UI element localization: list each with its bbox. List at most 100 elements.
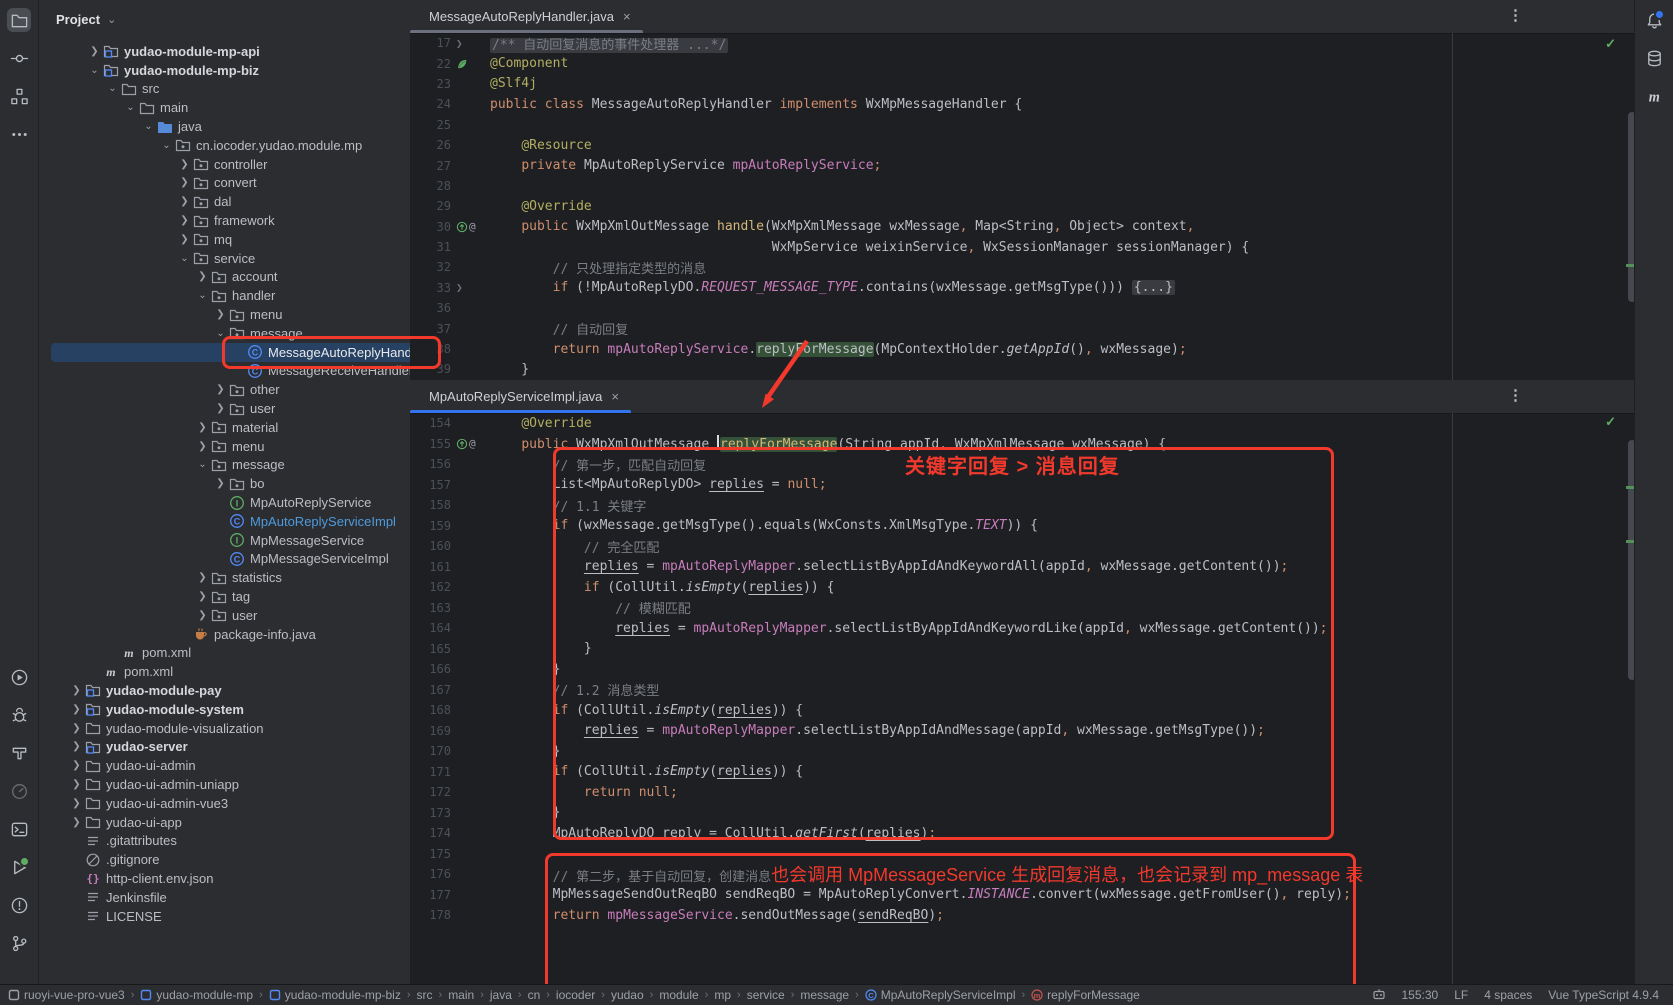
code-line-27[interactable]: 27 private MpAutoReplyService mpAutoRepl… (410, 155, 1642, 175)
code-line-29[interactable]: 29 @Override (410, 196, 1642, 216)
breadcrumb-mpautoreplyserviceimpl[interactable]: CMpAutoReplyServiceImpl (865, 988, 1016, 1002)
status-widget-4-spaces[interactable]: 4 spaces (1484, 988, 1532, 1002)
tree-item-user[interactable]: ❯user (39, 606, 410, 625)
tree-item-yudao-ui-admin[interactable]: ❯yudao-ui-admin (39, 756, 410, 775)
tree-item-yudao-ui-admin-uniapp[interactable]: ❯yudao-ui-admin-uniapp (39, 775, 410, 794)
spring-bean-icon[interactable] (451, 58, 482, 70)
tree-item-yudao-module-mp-api[interactable]: ❯yudao-module-mp-api (39, 42, 410, 61)
tree-item-mq[interactable]: ❯mq (39, 230, 410, 249)
breadcrumb-cn[interactable]: cn (528, 988, 541, 1002)
chevron-right-icon[interactable]: ❯ (68, 779, 85, 790)
editor-options-kebab-icon[interactable]: ⋮ (1508, 386, 1524, 404)
code-line-31[interactable]: 31 WxMpService weixinService, WxSessionM… (410, 237, 1642, 257)
tree-item-user[interactable]: ❯user (39, 399, 410, 418)
tree-item-yudao-module-pay[interactable]: ❯yudao-module-pay (39, 681, 410, 700)
run-tool-icon[interactable] (7, 665, 31, 689)
breadcrumb-service[interactable]: service (747, 988, 785, 1002)
chevron-right-icon[interactable]: ❯ (194, 610, 211, 621)
chevron-right-icon[interactable]: ❯ (68, 760, 85, 771)
status-right-widgets[interactable]: 155:30LF4 spacesVue TypeScript 4.9.4 (1372, 987, 1660, 1004)
services-tool-icon[interactable] (7, 855, 31, 879)
code-line-30[interactable]: 30@ public WxMpXmlOutMessage handle(WxMp… (410, 217, 1642, 237)
tree-item-java[interactable]: ⌄java (39, 117, 410, 136)
tree-item-framework[interactable]: ❯framework (39, 211, 410, 230)
code-line-25[interactable]: 25 (410, 115, 1642, 135)
code-line-38[interactable]: 38 return mpAutoReplyService.replyForMes… (410, 339, 1642, 359)
chevron-right-icon[interactable]: ❯ (176, 159, 193, 170)
git-tool-icon[interactable] (7, 931, 31, 955)
chevron-down-icon[interactable]: ⌄ (86, 65, 103, 76)
maven-tool-icon[interactable]: m (1642, 84, 1666, 108)
tree-item-handler[interactable]: ⌄handler (39, 286, 410, 305)
top-editor-code[interactable]: 17❯/** 自动回复消息的事件处理器 ...*/22@Component23@… (410, 33, 1642, 380)
chevron-right-icon[interactable]: ❯ (68, 741, 85, 752)
chevron-right-icon[interactable]: ❯ (194, 422, 211, 433)
tree-item-material[interactable]: ❯material (39, 418, 410, 437)
chevron-down-icon[interactable]: ⌄ (104, 83, 121, 94)
close-icon[interactable]: × (623, 9, 631, 24)
code-line-24[interactable]: 24public class MessageAutoReplyHandler i… (410, 94, 1642, 114)
project-panel-header[interactable]: Project ⌄ (39, 0, 410, 38)
breadcrumb-ruoyi-vue-pro-vue3[interactable]: ruoyi-vue-pro-vue3 (8, 988, 125, 1002)
chevron-down-icon[interactable]: ⌄ (194, 459, 211, 470)
chevron-right-icon[interactable]: ❯ (212, 309, 229, 320)
tree-item-dal[interactable]: ❯dal (39, 192, 410, 211)
chevron-right-icon[interactable]: ❯ (68, 798, 85, 809)
chevron-right-icon[interactable]: ❯ (212, 384, 229, 395)
tree-item-mpmessageserviceimpl[interactable]: CMpMessageServiceImpl (39, 550, 410, 569)
chevron-right-icon[interactable]: ❯ (176, 177, 193, 188)
tree-item-pom-xml[interactable]: mpom.xml (39, 662, 410, 681)
close-icon[interactable]: × (611, 389, 619, 404)
code-line-154[interactable]: 154 @Override (410, 413, 1642, 434)
chevron-right-icon[interactable]: ❯ (176, 196, 193, 207)
editor-options-kebab-icon[interactable]: ⋮ (1508, 6, 1524, 24)
tree-item-main[interactable]: ⌄main (39, 98, 410, 117)
ai-assistant-robot-icon[interactable] (1372, 987, 1386, 1004)
chevron-down-icon[interactable]: ⌄ (158, 140, 175, 151)
notifications-bell-icon[interactable] (1642, 8, 1666, 32)
tree-item-pom-xml[interactable]: mpom.xml (39, 644, 410, 663)
tree-item-yudao-server[interactable]: ❯yudao-server (39, 737, 410, 756)
tree-item-bo[interactable]: ❯bo (39, 474, 410, 493)
code-line-22[interactable]: 22@Component (410, 53, 1642, 73)
code-line-23[interactable]: 23@Slf4j (410, 74, 1642, 94)
chevron-down-icon[interactable]: ⌄ (176, 253, 193, 264)
inspections-ok-icon[interactable]: ✓ (1605, 414, 1616, 430)
tree-item-message[interactable]: ⌄message (39, 456, 410, 475)
tree-item-account[interactable]: ❯account (39, 268, 410, 287)
breadcrumb-module[interactable]: module (659, 988, 698, 1002)
tree-item-menu[interactable]: ❯menu (39, 437, 410, 456)
debug-tool-icon[interactable] (7, 703, 31, 727)
chevron-right-icon[interactable]: ❯ (212, 403, 229, 414)
project-tool-icon[interactable] (7, 8, 31, 32)
tree-item-package-info-java[interactable]: package-info.java (39, 625, 410, 644)
status-widget-lf[interactable]: LF (1454, 988, 1468, 1002)
tree-item-src[interactable]: ⌄src (39, 80, 410, 99)
chevron-right-icon[interactable]: ❯ (194, 572, 211, 583)
tree-item-yudao-module-visualization[interactable]: ❯yudao-module-visualization (39, 719, 410, 738)
tree-item-jenkinsfile[interactable]: Jenkinsfile (39, 888, 410, 907)
chevron-right-icon[interactable]: ❯ (176, 234, 193, 245)
chevron-right-icon[interactable]: ❯ (194, 441, 211, 452)
tree-item-service[interactable]: ⌄service (39, 249, 410, 268)
code-line-33[interactable]: 33❯ if (!MpAutoReplyDO.REQUEST_MESSAGE_T… (410, 278, 1642, 298)
terminal-tool-icon[interactable] (7, 817, 31, 841)
code-line-28[interactable]: 28 (410, 176, 1642, 196)
tree-item-http-client-env-json[interactable]: {}http-client.env.json (39, 869, 410, 888)
tree-item--gitignore[interactable]: .gitignore (39, 850, 410, 869)
profiler-tool-icon[interactable] (7, 779, 31, 803)
chevron-right-icon[interactable]: ❯ (86, 46, 103, 57)
code-line-26[interactable]: 26 @Resource (410, 135, 1642, 155)
chevron-down-icon[interactable]: ⌄ (122, 102, 139, 113)
database-tool-icon[interactable] (1642, 46, 1666, 70)
more-tools-icon[interactable] (7, 122, 31, 146)
tree-item-mpmessageservice[interactable]: IMpMessageService (39, 531, 410, 550)
breadcrumb-src[interactable]: src (417, 988, 433, 1002)
inspections-ok-icon[interactable]: ✓ (1605, 36, 1616, 52)
chevron-right-icon[interactable]: ❯ (194, 591, 211, 602)
breadcrumb-replyformessage[interactable]: mreplyForMessage (1031, 988, 1140, 1002)
commit-tool-icon[interactable] (7, 46, 31, 70)
breadcrumb-yudao-module-mp[interactable]: yudao-module-mp (140, 988, 253, 1002)
breadcrumb-yudao-module-mp-biz[interactable]: yudao-module-mp-biz (269, 988, 401, 1002)
tree-item-tag[interactable]: ❯tag (39, 587, 410, 606)
